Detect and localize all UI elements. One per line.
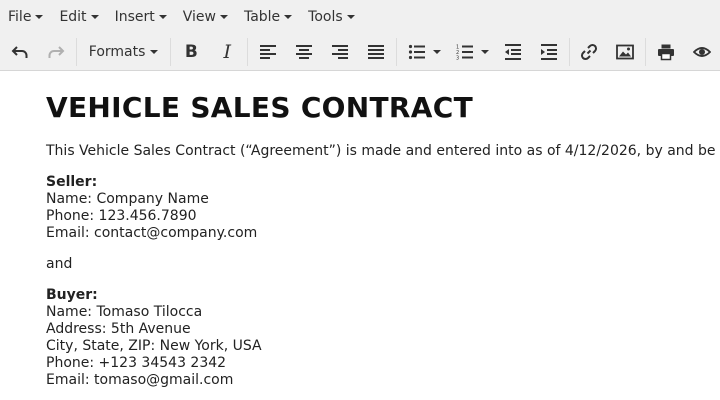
chevron-down-icon[interactable] <box>432 49 441 54</box>
preview-icon <box>693 46 712 57</box>
seller-phone: Phone: 123.456.7890 <box>46 208 197 224</box>
menu-bar: File Edit Insert View Table Tools <box>0 0 720 33</box>
svg-text:3: 3 <box>456 55 459 61</box>
menu-file-label: File <box>8 8 32 25</box>
indent-button[interactable] <box>531 36 567 68</box>
italic-icon: I <box>223 40 232 63</box>
bullet-list-split <box>399 36 447 68</box>
image-button[interactable] <box>607 36 643 68</box>
toolbar: Formats B I 123 <box>0 33 720 71</box>
menu-tools-label: Tools <box>308 8 343 25</box>
seller-heading: Seller: <box>46 174 98 190</box>
chevron-down-icon <box>346 15 355 19</box>
menu-file[interactable]: File <box>0 0 51 33</box>
redo-button[interactable] <box>38 36 74 68</box>
buyer-address: Address: 5th Avenue <box>46 321 191 337</box>
align-center-button[interactable] <box>286 36 322 68</box>
menu-tools[interactable]: Tools <box>300 0 363 33</box>
menu-view[interactable]: View <box>175 0 236 33</box>
chevron-down-icon <box>35 15 44 19</box>
toolbar-separator <box>247 37 249 66</box>
menu-table[interactable]: Table <box>236 0 300 33</box>
align-left-icon <box>260 44 277 59</box>
menu-insert[interactable]: Insert <box>107 0 175 33</box>
align-center-icon <box>296 44 313 59</box>
toolbar-separator <box>645 37 647 66</box>
bold-button[interactable]: B <box>173 36 209 68</box>
menu-insert-label: Insert <box>114 8 155 25</box>
justify-icon <box>367 44 384 59</box>
chevron-down-icon <box>219 15 228 19</box>
outdent-button[interactable] <box>495 36 531 68</box>
buyer-section: Buyer: Name: Tomaso Tilocca Address: 5th… <box>46 287 720 389</box>
redo-icon <box>48 45 65 58</box>
menu-edit-label: Edit <box>59 8 87 25</box>
buyer-city: City, State, ZIP: New York, USA <box>46 338 262 354</box>
link-button[interactable] <box>572 36 608 68</box>
chevron-down-icon <box>90 15 99 19</box>
intro-paragraph: This Vehicle Sales Contract (“Agreement”… <box>46 143 716 159</box>
numbered-list-icon: 123 <box>456 44 473 61</box>
justify-button[interactable] <box>358 36 394 68</box>
formats-dropdown[interactable]: Formats <box>79 36 169 68</box>
buyer-heading: Buyer: <box>46 287 98 303</box>
italic-button[interactable]: I <box>209 36 245 68</box>
formats-label: Formats <box>88 43 146 60</box>
align-left-button[interactable] <box>250 36 286 68</box>
chevron-down-icon <box>284 15 293 19</box>
buyer-name: Name: Tomaso Tilocca <box>46 304 203 320</box>
document-title: VEHICLE SALES CONTRACT <box>46 91 473 124</box>
seller-section: Seller: Name: Company Name Phone: 123.45… <box>46 174 720 242</box>
link-icon <box>581 43 598 60</box>
toolbar-separator <box>395 37 397 66</box>
toolbar-separator <box>75 37 77 66</box>
numbered-list-split: 123 <box>447 36 495 68</box>
menu-table-label: Table <box>243 8 281 25</box>
seller-email: Email: contact@company.com <box>46 225 258 241</box>
bold-icon: B <box>184 41 198 62</box>
preview-button[interactable] <box>684 36 720 68</box>
buyer-email: Email: tomaso@gmail.com <box>46 372 234 388</box>
numbered-list-button[interactable]: 123 <box>447 36 483 68</box>
outdent-icon <box>504 43 521 60</box>
document-editor[interactable]: VEHICLE SALES CONTRACT This Vehicle Sale… <box>0 71 720 400</box>
indent-icon <box>540 43 557 60</box>
toolbar-separator <box>170 37 172 66</box>
print-icon <box>658 44 675 60</box>
chevron-down-icon <box>158 15 167 19</box>
menu-view-label: View <box>182 8 216 25</box>
chevron-down-icon <box>150 49 159 54</box>
seller-name: Name: Company Name <box>46 191 209 207</box>
bullet-list-icon <box>408 44 425 59</box>
align-right-icon <box>331 44 348 59</box>
undo-icon <box>11 45 28 58</box>
and-paragraph: and <box>46 256 73 272</box>
undo-button[interactable] <box>2 36 38 68</box>
align-right-button[interactable] <box>322 36 358 68</box>
chevron-down-icon[interactable] <box>480 49 489 54</box>
buyer-phone: Phone: +123 34543 2342 <box>46 355 227 371</box>
bullet-list-button[interactable] <box>399 36 435 68</box>
print-button[interactable] <box>648 36 684 68</box>
toolbar-separator <box>568 37 570 66</box>
menu-edit[interactable]: Edit <box>51 0 106 33</box>
image-icon <box>616 44 635 59</box>
